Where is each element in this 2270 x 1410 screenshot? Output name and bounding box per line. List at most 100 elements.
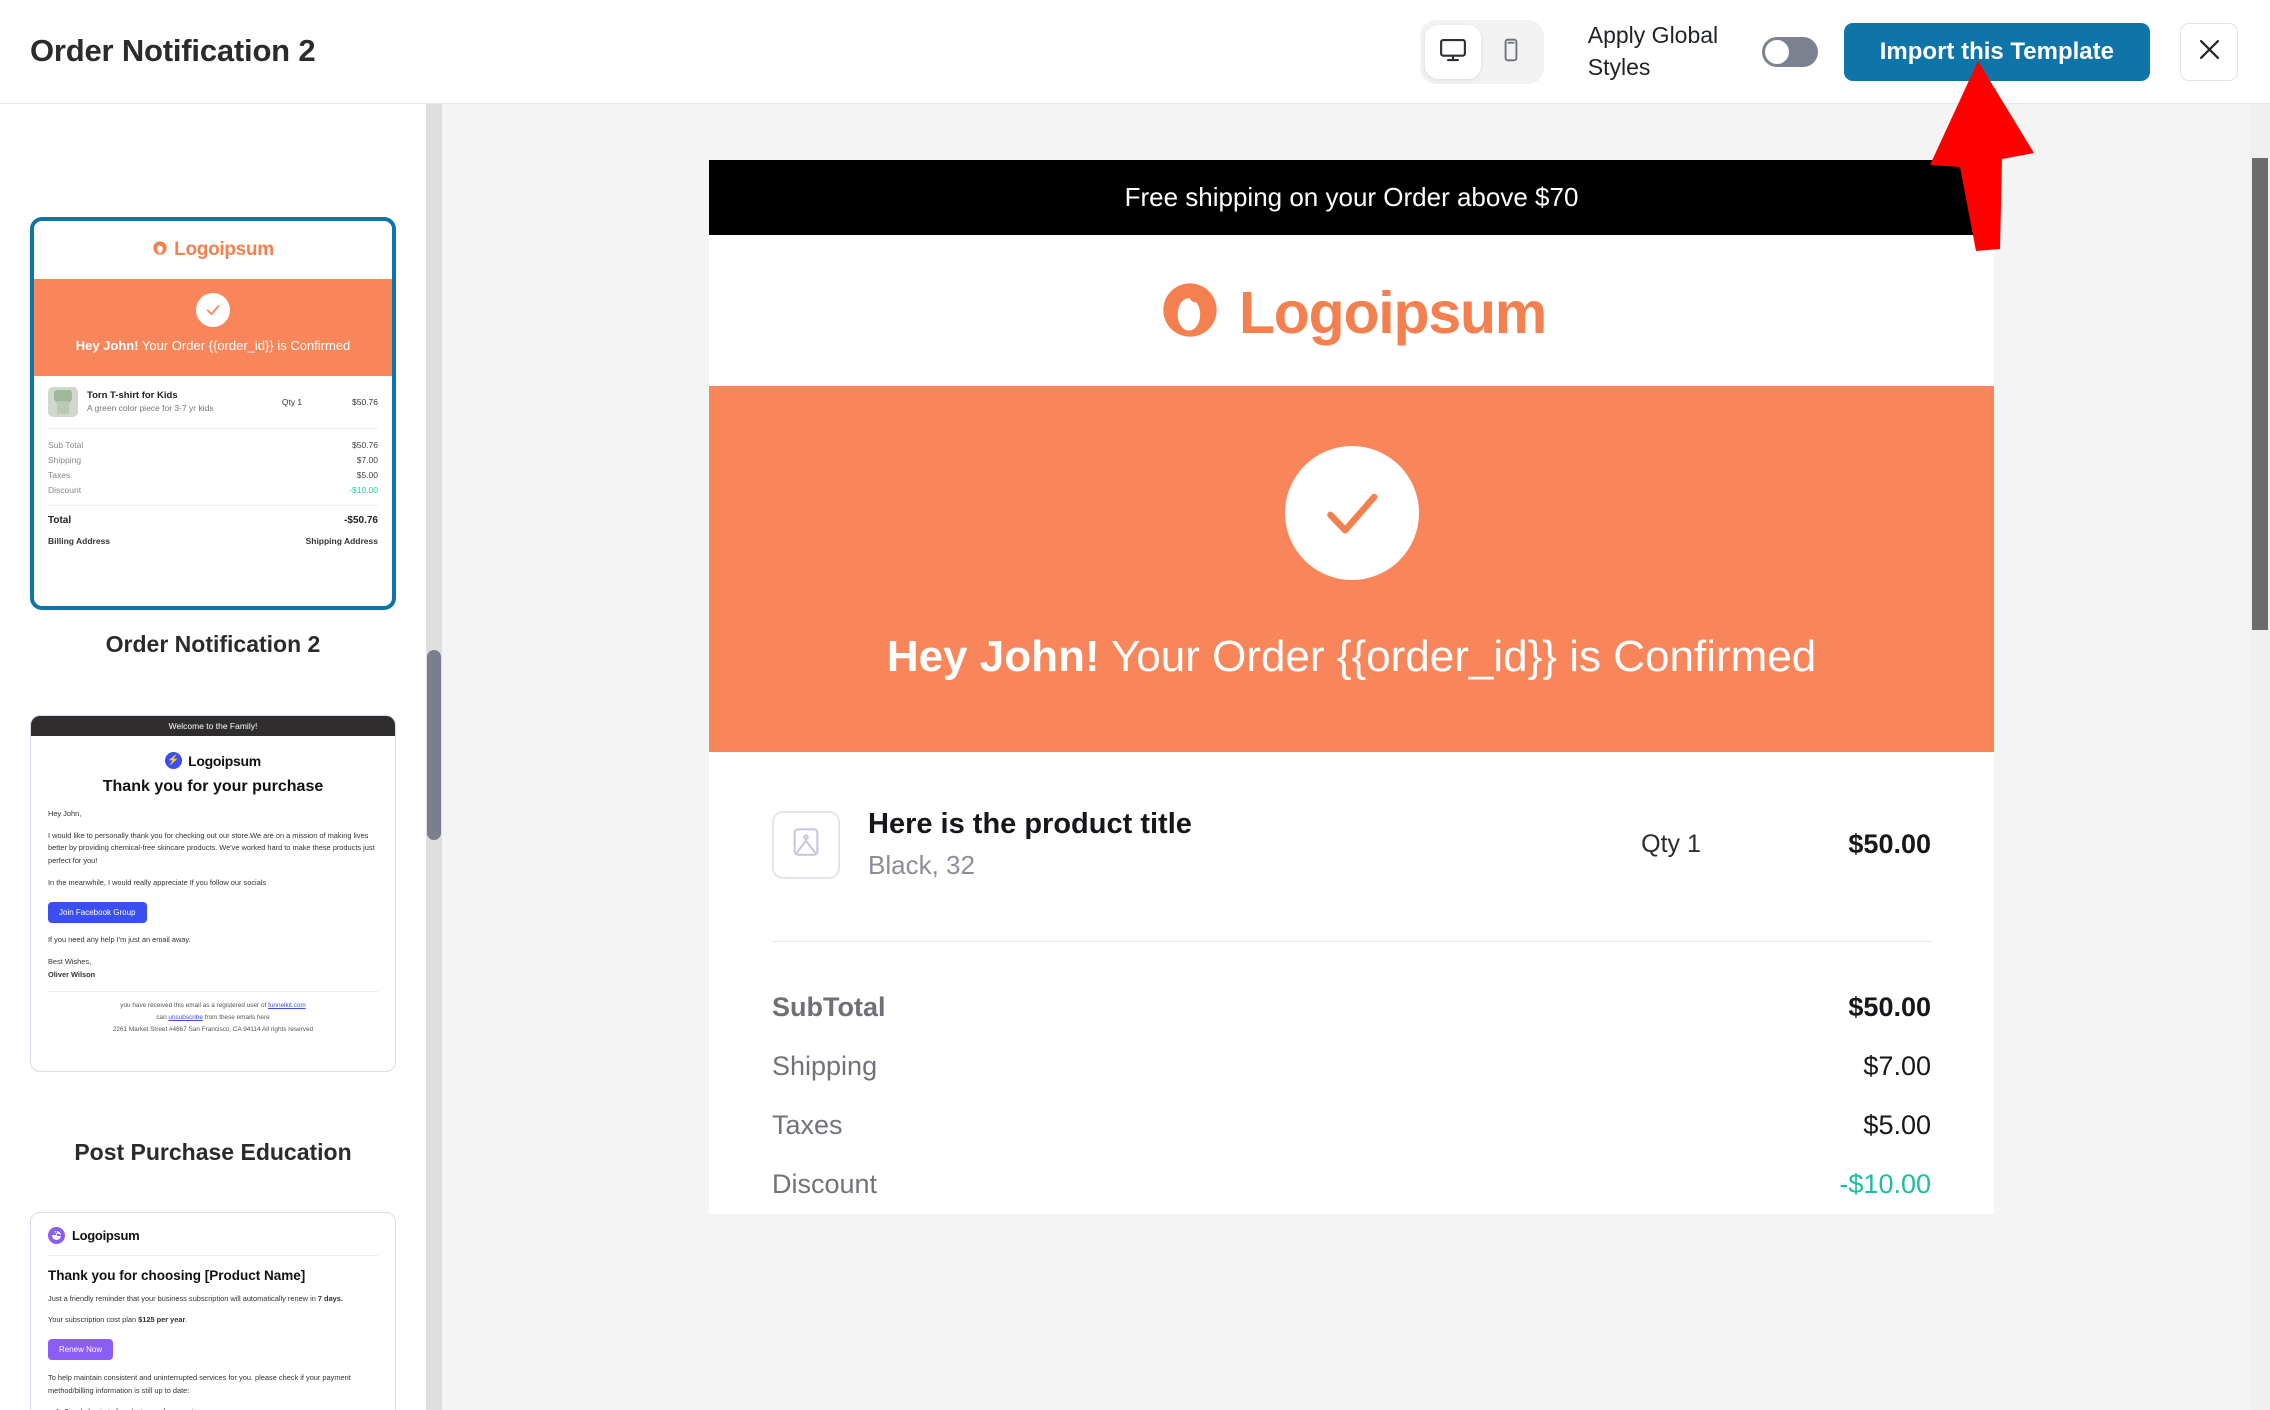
thumb1-product-row: Torn T-shirt for Kids A green color piec… bbox=[48, 386, 378, 429]
thumb1-check-circle-icon bbox=[196, 293, 230, 327]
thumb1-grand-total-label: Total bbox=[48, 514, 72, 526]
thumb1-brand-text: Logoipsum bbox=[174, 239, 274, 260]
thumb1-grand-total-value: -$50.76 bbox=[344, 514, 378, 526]
close-button[interactable] bbox=[2180, 23, 2238, 81]
totals-label: Taxes bbox=[772, 1110, 843, 1141]
import-this-template-button[interactable]: Import this Template bbox=[1843, 23, 2150, 81]
thumb2-join-facebook-group-button[interactable]: Join Facebook Group bbox=[48, 902, 147, 924]
email-hero-bold: Hey John! bbox=[886, 632, 1100, 681]
preview-scrollbar-thumb[interactable] bbox=[2252, 158, 2268, 630]
thumb3-paragraph-2: Your subscription cost plan $125 per yea… bbox=[48, 1314, 378, 1327]
unsubscribe-link[interactable]: unsubscribe bbox=[168, 1014, 202, 1021]
email-brand-text: Logoipsum bbox=[1238, 279, 1547, 346]
thumb1-total-row: Shipping $7.00 bbox=[48, 453, 378, 468]
totals-row-subtotal: SubTotal $50.00 bbox=[772, 978, 1931, 1037]
logoipsum-mark-icon bbox=[1157, 277, 1223, 348]
template-label-order-notification-2: Order Notification 2 bbox=[105, 631, 321, 657]
apply-global-styles-control: Apply Global Styles bbox=[1588, 20, 1818, 83]
thumb3-paragraph-3: To help maintain consistent and uninterr… bbox=[48, 1373, 351, 1395]
thumb1-address-row: Billing Address Shipping Address bbox=[48, 526, 378, 550]
image-placeholder-icon bbox=[789, 825, 823, 864]
thumb3-heading: Thank you for choosing [Product Name] bbox=[48, 1268, 306, 1283]
sidebar-scrollbar-thumb[interactable] bbox=[427, 650, 441, 840]
mobile-phone-icon bbox=[1498, 37, 1524, 68]
mobile-preview-button[interactable] bbox=[1483, 25, 1539, 79]
toggle-knob bbox=[1764, 40, 1789, 64]
email-preview-pane: Free shipping on your Order above $70 Lo… bbox=[442, 104, 2270, 1410]
thumb1-totals: Sub Total $50.76 Shipping $7.00 Taxes $5.00… bbox=[48, 429, 378, 550]
announcement-bar: Free shipping on your Order above $70 bbox=[709, 160, 1994, 235]
thumb2-signature-name: Oliver Wilson bbox=[48, 969, 96, 979]
template-thumbnail-post-purchase-education[interactable]: Welcome to the Family! ⚡ Logoipsum Thank… bbox=[30, 715, 396, 1072]
template-label-post-purchase-education: Post Purchase Education bbox=[74, 1139, 352, 1165]
close-x-icon bbox=[2196, 36, 2223, 68]
thumb2-footer-line-1: you have received this email as a regist… bbox=[48, 1000, 378, 1012]
email-hero-rest: Your Order {{order_id}} is Confirmed bbox=[1099, 632, 1817, 681]
thumb2-footer: you have received this email as a regist… bbox=[48, 991, 378, 1036]
apply-global-styles-label: Apply Global Styles bbox=[1587, 22, 1719, 80]
totals-value: $5.00 bbox=[1863, 1110, 1931, 1141]
device-preview-switcher bbox=[1419, 20, 1544, 84]
logoipsum-mark-icon bbox=[152, 240, 168, 261]
page-title: Order Notification 2 bbox=[30, 33, 316, 68]
thumb3-paragraph-1: Just a friendly reminder that your busin… bbox=[48, 1293, 378, 1306]
thumb1-total-value: $7.00 bbox=[356, 455, 378, 466]
thumb2-top-bar: Welcome to the Family! bbox=[31, 716, 395, 736]
thumb2-body: ⚡ Logoipsum Thank you for your purchase … bbox=[31, 736, 395, 1048]
email-hero-text: Hey John! Your Order {{order_id}} is Con… bbox=[749, 628, 1954, 686]
thumb1-total-value: -$10.00 bbox=[349, 485, 378, 496]
thumb1-total-row: Taxes $5.00 bbox=[48, 468, 378, 483]
thumb3-p2-bold: $125 per year bbox=[138, 1314, 186, 1324]
thumb1-product-price: $50.76 bbox=[352, 396, 378, 407]
totals-label: Shipping bbox=[772, 1051, 878, 1082]
totals-row-shipping: Shipping $7.00 bbox=[772, 1037, 1931, 1096]
lightning-bolt-icon: ⚡ bbox=[165, 752, 183, 769]
email-template-preview: Free shipping on your Order above $70 Lo… bbox=[709, 160, 1994, 1215]
thumb1-brand: Logoipsum bbox=[34, 221, 392, 279]
totals-row-taxes: Taxes $5.00 bbox=[772, 1096, 1931, 1155]
desktop-preview-button[interactable] bbox=[1424, 25, 1481, 79]
template-thumbnail-order-notification-2[interactable]: Logoipsum Hey John! Your Order {{order_i… bbox=[30, 217, 396, 610]
thumb2-footer-line-2: can unsubscribe from these emails here bbox=[48, 1012, 378, 1024]
thumb2-greeting: Hey John, bbox=[48, 809, 82, 818]
thumb3-p2-post: . bbox=[185, 1314, 188, 1324]
template-thumbnail-subscription-renewal[interactable]: Logoipsum Thank you for choosing [Produc… bbox=[30, 1212, 396, 1410]
thumb2-brand-text: Logoipsum bbox=[188, 752, 261, 769]
desktop-monitor-icon bbox=[1438, 35, 1468, 70]
thumb1-hero-rest: Your Order {{order_id}} is Confirmed bbox=[138, 338, 351, 353]
thumb1-billing-label: Billing Address bbox=[48, 535, 111, 546]
apply-global-styles-toggle[interactable] bbox=[1761, 37, 1818, 67]
thumb3-p2-text: Your subscription cost plan bbox=[48, 1314, 139, 1324]
thumb3-renew-now-button[interactable]: Renew Now bbox=[48, 1339, 114, 1361]
thumb2-paragraph-1: I would like to personally thank you for… bbox=[48, 831, 375, 865]
email-hero-section: Hey John! Your Order {{order_id}} is Con… bbox=[709, 386, 1994, 753]
product-quantity: Qty 1 bbox=[1641, 830, 1701, 859]
template-list-sidebar: Logoipsum Hey John! Your Order {{order_i… bbox=[0, 104, 426, 1410]
thumb1-hero-text: Hey John! Your Order {{order_id}} is Con… bbox=[52, 337, 374, 356]
thumb3-body: Logoipsum Thank you for choosing [Produc… bbox=[31, 1213, 395, 1410]
totals-label: Discount bbox=[772, 1169, 878, 1200]
totals-value: $7.00 bbox=[1863, 1051, 1931, 1082]
four-dots-icon bbox=[48, 1227, 65, 1244]
thumb1-total-label: Sub Total bbox=[48, 440, 84, 451]
thumb2-paragraph-2: In the meanwhile, I would really appreci… bbox=[48, 877, 267, 887]
thumb2-heading: Thank you for your purchase bbox=[102, 778, 324, 795]
thumb1-total-row: Sub Total $50.76 bbox=[48, 438, 378, 453]
thumb2-signoff: Best Wishes, bbox=[48, 957, 92, 967]
app-header: Order Notification 2 Apply Global Styles… bbox=[0, 0, 2270, 104]
funnelkit-link[interactable]: funnelkit.com bbox=[268, 1002, 306, 1009]
thumb1-total-value: $50.76 bbox=[352, 440, 378, 451]
thumb1-hero-bold: Hey John! bbox=[75, 338, 139, 353]
product-info: Here is the product title Black, 32 bbox=[868, 808, 1571, 881]
thumb1-hero: Hey John! Your Order {{order_id}} is Con… bbox=[34, 279, 392, 376]
thumb3-steps-list: Simply log in to [product name] account … bbox=[64, 1405, 378, 1410]
thumb1-product-info: Torn T-shirt for Kids A green color piec… bbox=[87, 390, 258, 413]
thumb3-brand-text: Logoipsum bbox=[72, 1228, 140, 1243]
thumb1-shipping-label: Shipping Address bbox=[305, 535, 378, 546]
thumb1-total-label: Discount bbox=[48, 485, 82, 496]
thumb2-paragraph-3: If you need any help I'm just an email a… bbox=[48, 935, 191, 945]
header-controls: Apply Global Styles Import this Template bbox=[1419, 0, 2270, 104]
thumb1-product-qty: Qty 1 bbox=[281, 396, 303, 407]
thumb1-product-image bbox=[48, 386, 78, 417]
thumb1-total-label: Taxes bbox=[48, 470, 71, 481]
